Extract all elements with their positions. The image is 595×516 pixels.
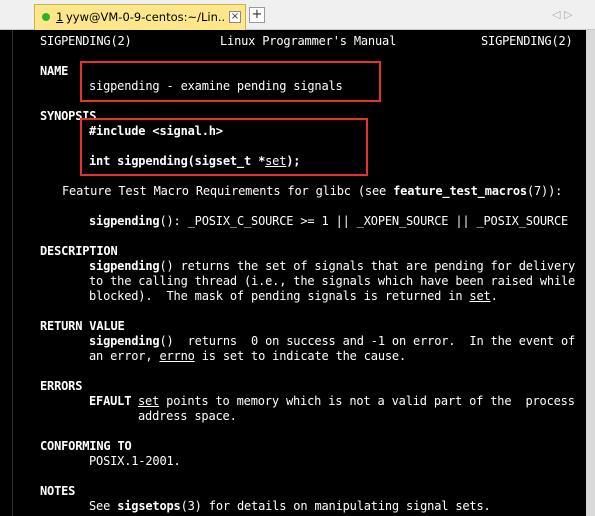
man-header-left: SIGPENDING(2) (40, 34, 132, 48)
scrollbar[interactable] (586, 30, 595, 516)
efault-line-2: address space. (138, 409, 237, 423)
man-header-center: Linux Programmer's Manual (220, 34, 397, 48)
feature-test-requirement: sigpending(): _POSIX_C_SOURCE >= 1 || _X… (89, 214, 569, 228)
highlight-box-synopsis (80, 118, 368, 176)
highlight-box-name (80, 61, 381, 102)
section-name-heading: NAME (40, 64, 69, 78)
section-conforming-heading: CONFORMING TO (40, 439, 132, 453)
feature-test-macros-link: feature_test_macros (393, 184, 527, 198)
return-value-line-2: an error, errno is set to indicate the c… (89, 349, 407, 363)
tab-title: yyw@VM-0-9-centos:~/Lin... (66, 10, 224, 24)
man-header-right: SIGPENDING(2) (481, 34, 573, 48)
terminal-tab[interactable]: 1 yyw@VM-0-9-centos:~/Lin... × (34, 4, 246, 30)
section-description-heading: DESCRIPTION (40, 244, 118, 258)
close-tab-icon[interactable]: × (229, 11, 241, 23)
notes-line: See sigsetops(3) for details on manipula… (89, 499, 491, 513)
section-errors-heading: ERRORS (40, 379, 83, 393)
return-value-line-1: sigpending() returns 0 on success and -1… (89, 334, 576, 348)
description-line-3: blocked). The mask of pending signals is… (89, 289, 498, 303)
description-line-2: to the calling thread (i.e., the signals… (89, 274, 576, 288)
tab-number: 1 (56, 10, 64, 24)
new-tab-button[interactable]: + (249, 7, 265, 23)
connection-status-icon (42, 13, 50, 21)
feature-test-line: Feature Test Macro Requirements for glib… (62, 184, 563, 198)
efault-line-1: set points to memory which is not a vali… (138, 394, 575, 408)
description-line-1: sigpending() returns the set of signals … (89, 259, 576, 273)
tab-scroll-arrows-icon[interactable]: ◁ ▷ (552, 8, 572, 21)
section-return-value-heading: RETURN VALUE (40, 319, 125, 333)
tab-bar: 1 yyw@VM-0-9-centos:~/Lin... × + ◁ ▷ (0, 0, 595, 30)
sigsetops-link: sigsetops (117, 499, 181, 513)
efault-label: EFAULT (89, 394, 132, 408)
section-notes-heading: NOTES (40, 484, 76, 498)
conforming-text: POSIX.1-2001. (89, 454, 181, 468)
